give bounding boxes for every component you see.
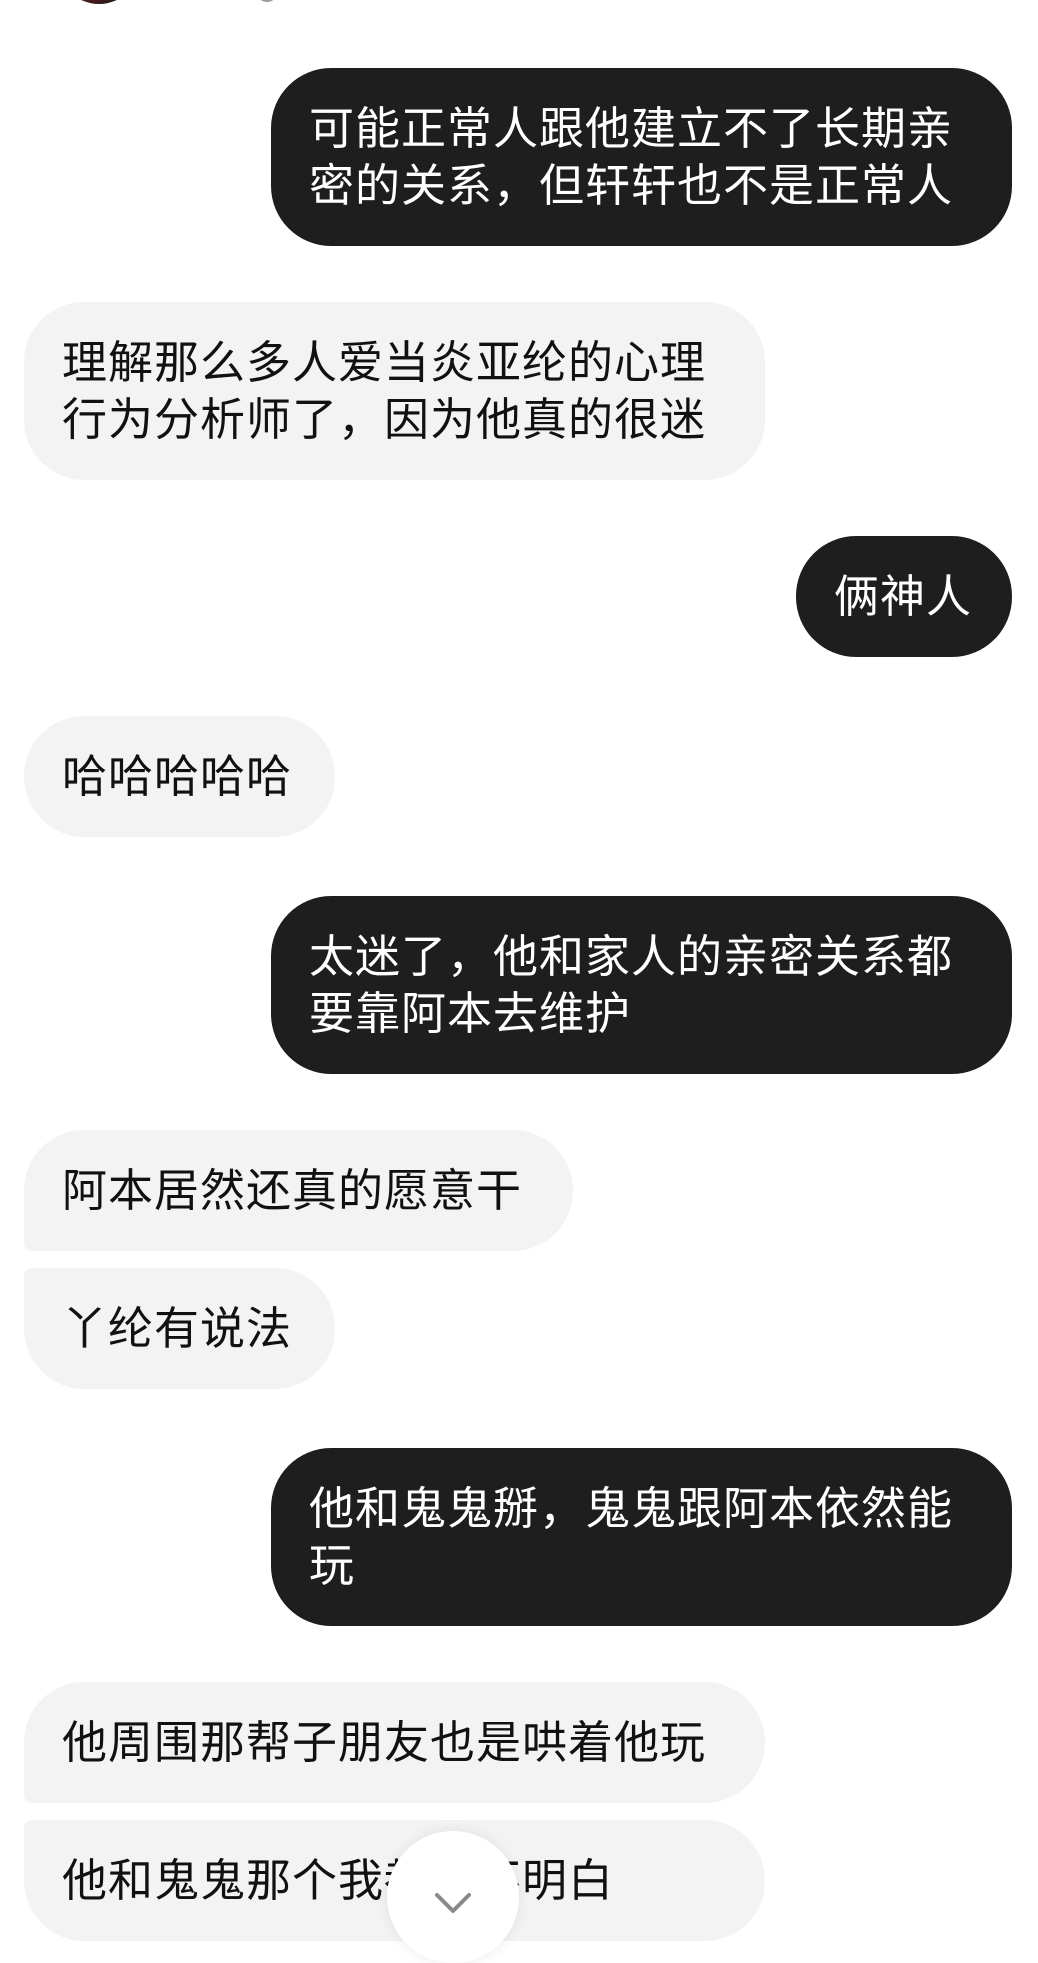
message-bubble-outgoing[interactable]: 俩神人 <box>796 536 1012 657</box>
message-bubble-outgoing[interactable]: 他和鬼鬼掰，鬼鬼跟阿本依然能 玩 <box>271 1448 1012 1626</box>
message-bubble-outgoing[interactable]: 可能正常人跟他建立不了长期亲 密的关系，但轩轩也不是正常人 <box>271 68 1012 246</box>
message-bubble-incoming[interactable]: 理解那么多人爱当炎亚纶的心理 行为分析师了，因为他真的很迷 <box>24 302 765 480</box>
message-bubble-incoming[interactable]: 哈哈哈哈哈 <box>24 716 335 837</box>
scroll-to-bottom-button[interactable] <box>387 1831 519 1963</box>
status-icon <box>256 0 278 2</box>
contact-avatar[interactable] <box>58 0 140 4</box>
message-bubble-outgoing[interactable]: 太迷了，他和家人的亲密关系都 要靠阿本去维护 <box>271 896 1012 1074</box>
chevron-down-icon <box>435 1893 471 1913</box>
message-bubble-incoming[interactable]: 他周围那帮子朋友也是哄着他玩 <box>24 1682 765 1803</box>
message-bubble-incoming[interactable]: 阿本居然还真的愿意干 <box>24 1130 573 1251</box>
message-bubble-incoming[interactable]: 丫纶有说法 <box>24 1268 335 1389</box>
